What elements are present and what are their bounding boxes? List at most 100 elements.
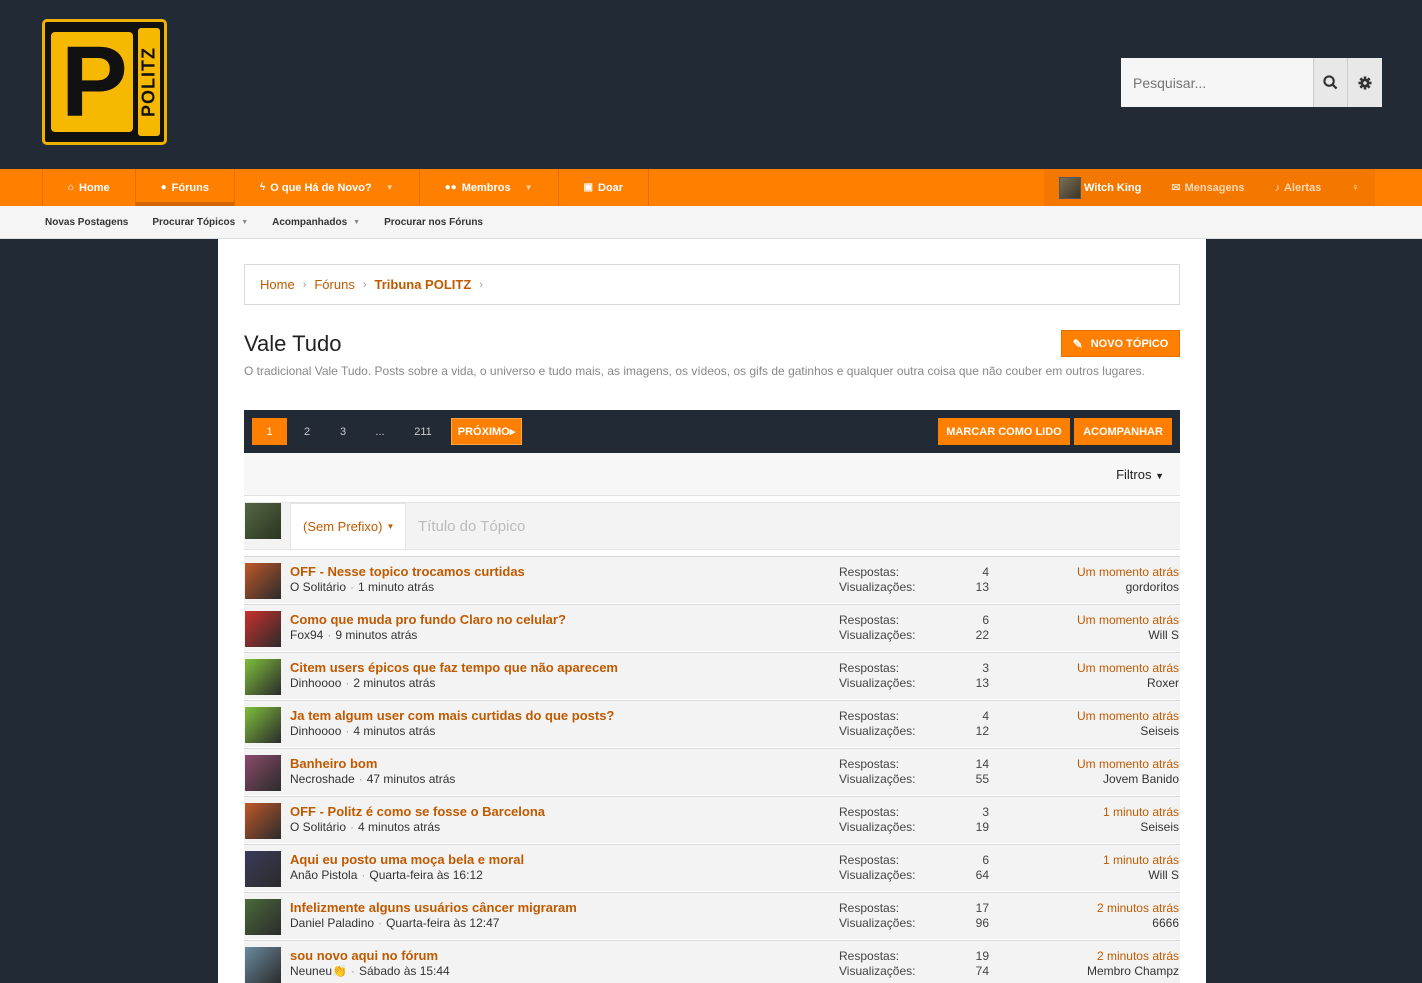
avatar[interactable] bbox=[245, 899, 281, 935]
thread-row[interactable]: Infelizmente alguns usuários câncer migr… bbox=[244, 892, 1180, 940]
new-topic-button[interactable]: ✎ NOVO TÓPICO bbox=[1061, 330, 1180, 357]
subnav-watched[interactable]: Acompanhados ▼ bbox=[272, 217, 360, 228]
avatar[interactable] bbox=[245, 611, 281, 647]
thread-start-time[interactable]: Sábado às 15:44 bbox=[359, 964, 450, 978]
subnav-new-posts[interactable]: Novas Postagens bbox=[45, 217, 128, 228]
mark-read-button[interactable]: MARCAR COMO LIDO bbox=[938, 418, 1070, 445]
search-options-button[interactable] bbox=[1347, 58, 1382, 107]
user-menu[interactable]: Witch King bbox=[1044, 169, 1156, 206]
last-post-time[interactable]: 2 minutos atrás bbox=[1097, 949, 1179, 963]
last-post-time[interactable]: Um momento atrás bbox=[1077, 757, 1179, 771]
thread-title-input[interactable]: Título do Tópico bbox=[418, 518, 525, 535]
avatar[interactable] bbox=[245, 803, 281, 839]
tab-whats-new[interactable]: ϟO que Há de Novo? ▼ bbox=[235, 169, 420, 206]
page-last[interactable]: 211 bbox=[408, 418, 438, 445]
last-post-user[interactable]: Seiseis bbox=[1140, 820, 1179, 834]
last-post-time[interactable]: 1 minuto atrás bbox=[1103, 853, 1179, 867]
last-post-time[interactable]: Um momento atrás bbox=[1077, 565, 1179, 579]
thread-title[interactable]: OFF - Nesse topico trocamos curtidas bbox=[290, 564, 525, 579]
last-post-user[interactable]: Will S bbox=[1148, 628, 1179, 642]
watch-forum-button[interactable]: ACOMPANHAR bbox=[1074, 418, 1172, 445]
last-post-user[interactable]: Membro Champz bbox=[1087, 964, 1179, 978]
breadcrumb-forums[interactable]: Fóruns bbox=[314, 277, 354, 292]
tab-donate[interactable]: ▣ Doar bbox=[559, 169, 650, 206]
thread-author[interactable]: Neuneu👏 bbox=[290, 964, 347, 978]
thread-row[interactable]: Como que muda pro fundo Claro no celular… bbox=[244, 604, 1180, 652]
chevron-down-icon[interactable]: ▼ bbox=[525, 183, 533, 192]
avatar[interactable] bbox=[245, 947, 281, 983]
tab-home[interactable]: ⌂ Home bbox=[42, 169, 136, 206]
thread-row[interactable]: Citem users épicos que faz tempo que não… bbox=[244, 652, 1180, 700]
tab-forums[interactable]: ● Fóruns bbox=[135, 169, 235, 206]
thread-author[interactable]: Fox94 bbox=[290, 628, 323, 642]
thread-author[interactable]: O Solitário bbox=[290, 580, 346, 594]
search-button[interactable] bbox=[1313, 58, 1347, 107]
alerts-link[interactable]: ♪ Alertas bbox=[1259, 169, 1336, 206]
subnav-search-forums[interactable]: Procurar nos Fóruns bbox=[384, 217, 483, 228]
last-post-time[interactable]: 2 minutos atrás bbox=[1097, 901, 1179, 915]
subnav-search-threads[interactable]: Procurar Tópicos ▼ bbox=[152, 217, 248, 228]
last-post-user[interactable]: 6666 bbox=[1152, 916, 1179, 930]
lightbulb-button[interactable]: ♀ bbox=[1336, 169, 1374, 206]
thread-row[interactable]: OFF - Nesse topico trocamos curtidas O So… bbox=[244, 556, 1180, 604]
thread-start-time[interactable]: 9 minutos atrás bbox=[335, 628, 417, 642]
thread-row[interactable]: Ja tem algum user com mais curtidas do q… bbox=[244, 700, 1180, 748]
filters-dropdown[interactable]: Filtros ▼ bbox=[1116, 467, 1164, 482]
thread-author[interactable]: Necroshade bbox=[290, 772, 355, 786]
tab-members[interactable]: ●● Membros ▼ bbox=[420, 169, 559, 206]
separator-dot: · bbox=[350, 580, 355, 594]
last-post-time[interactable]: Um momento atrás bbox=[1077, 613, 1179, 627]
thread-start-time[interactable]: 47 minutos atrás bbox=[367, 772, 456, 786]
last-post-user[interactable]: Jovem Banido bbox=[1103, 772, 1179, 786]
last-post-user[interactable]: gordoritos bbox=[1126, 580, 1179, 594]
last-post-user[interactable]: Will S bbox=[1148, 868, 1179, 882]
thread-author[interactable]: Dinhoooo bbox=[290, 676, 341, 690]
chevron-down-icon[interactable]: ▼ bbox=[353, 219, 360, 226]
site-logo[interactable]: P POLITZ bbox=[42, 19, 167, 145]
avatar[interactable] bbox=[245, 851, 281, 887]
thread-start-time[interactable]: Quarta-feira às 16:12 bbox=[369, 868, 482, 882]
thread-title[interactable]: Como que muda pro fundo Claro no celular… bbox=[290, 612, 566, 627]
page-ellipsis[interactable]: ... bbox=[369, 418, 391, 445]
last-post-time[interactable]: Um momento atrás bbox=[1077, 661, 1179, 675]
avatar[interactable] bbox=[245, 707, 281, 743]
thread-author[interactable]: Daniel Paladino bbox=[290, 916, 374, 930]
thread-start-time[interactable]: 4 minutos atrás bbox=[353, 724, 435, 738]
thread-author[interactable]: Anão Pistola bbox=[290, 868, 357, 882]
thread-row[interactable]: Aqui eu posto uma moça bela e moral Anão … bbox=[244, 844, 1180, 892]
last-post-user[interactable]: Seiseis bbox=[1140, 724, 1179, 738]
thread-author[interactable]: O Solitário bbox=[290, 820, 346, 834]
search-input[interactable] bbox=[1121, 58, 1313, 107]
thread-title[interactable]: Ja tem algum user com mais curtidas do q… bbox=[290, 708, 614, 723]
thread-title[interactable]: sou novo aqui no fórum bbox=[290, 948, 438, 963]
chevron-down-icon[interactable]: ▼ bbox=[386, 183, 394, 192]
thread-start-time[interactable]: 1 minuto atrás bbox=[358, 580, 434, 594]
thread-row[interactable]: OFF - Politz é como se fosse o Barcelona… bbox=[244, 796, 1180, 844]
thread-start-time[interactable]: 2 minutos atrás bbox=[353, 676, 435, 690]
page-1[interactable]: 1 bbox=[252, 418, 287, 445]
thread-title[interactable]: Aqui eu posto uma moça bela e moral bbox=[290, 852, 524, 867]
page-2[interactable]: 2 bbox=[296, 418, 318, 445]
breadcrumb-home[interactable]: Home bbox=[260, 277, 295, 292]
last-post-time[interactable]: Um momento atrás bbox=[1077, 709, 1179, 723]
breadcrumb-category[interactable]: Tribuna POLITZ bbox=[375, 277, 472, 292]
chevron-down-icon[interactable]: ▼ bbox=[241, 219, 248, 226]
thread-title[interactable]: Infelizmente alguns usuários câncer migr… bbox=[290, 900, 577, 915]
next-page-button[interactable]: PRÓXIMO ▸ bbox=[451, 418, 522, 445]
page-3[interactable]: 3 bbox=[332, 418, 354, 445]
last-post-user[interactable]: Roxer bbox=[1147, 676, 1179, 690]
prefix-select[interactable]: (Sem Prefixo) ▼ bbox=[290, 503, 406, 550]
thread-start-time[interactable]: 4 minutos atrás bbox=[358, 820, 440, 834]
thread-start-time[interactable]: Quarta-feira às 12:47 bbox=[386, 916, 499, 930]
thread-author[interactable]: Dinhoooo bbox=[290, 724, 341, 738]
thread-title[interactable]: OFF - Politz é como se fosse o Barcelona bbox=[290, 804, 545, 819]
messages-link[interactable]: ✉ Mensagens bbox=[1156, 169, 1259, 206]
avatar[interactable] bbox=[245, 659, 281, 695]
thread-row[interactable]: Banheiro bom Necroshade · 47 minutos atrás R… bbox=[244, 748, 1180, 796]
avatar[interactable] bbox=[245, 563, 281, 599]
thread-title[interactable]: Citem users épicos que faz tempo que não… bbox=[290, 660, 618, 675]
thread-title[interactable]: Banheiro bom bbox=[290, 756, 377, 771]
thread-row[interactable]: sou novo aqui no fórum Neuneu👏 · Sábado às … bbox=[244, 940, 1180, 983]
avatar[interactable] bbox=[245, 755, 281, 791]
last-post-time[interactable]: 1 minuto atrás bbox=[1103, 805, 1179, 819]
